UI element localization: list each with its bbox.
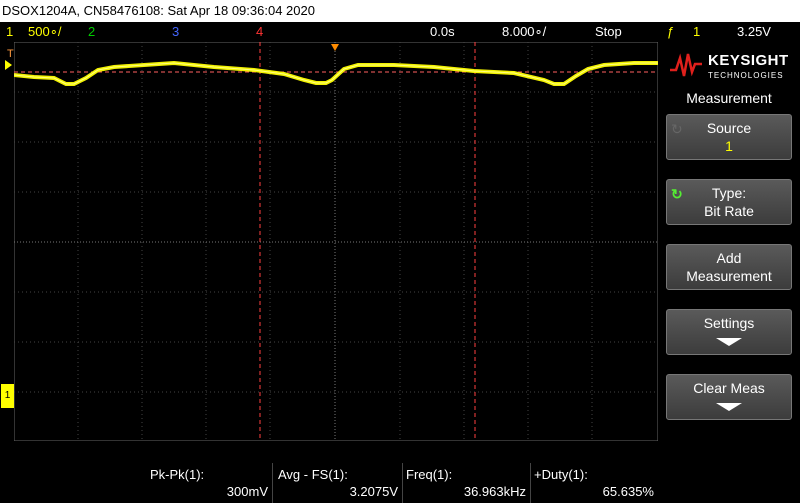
ch2-number[interactable]: 2 — [88, 22, 95, 41]
timebase[interactable]: 8.000∘/ — [502, 22, 546, 41]
trigger-level-marker: T — [7, 48, 14, 60]
ch1-scale[interactable]: 500∘/ — [28, 22, 61, 41]
ch1-offset-marker — [5, 60, 12, 70]
keysight-logo: KEYSIGHT TECHNOLOGIES — [668, 50, 796, 86]
window-title: DSOX1204A, CN58476108: Sat Apr 18 09:36:… — [0, 0, 800, 22]
submenu-arrow-icon — [716, 338, 742, 346]
trigger-source[interactable]: 1 — [693, 22, 700, 41]
measurement-freq: Freq(1): 36.963kHz — [406, 467, 526, 499]
trigger-level[interactable]: 3.25V — [737, 22, 771, 41]
settings-softkey[interactable]: Settings — [666, 309, 792, 355]
measurement-duty: +Duty(1): 65.635% — [534, 467, 654, 499]
type-value: Bit Rate — [704, 203, 754, 219]
time-offset[interactable]: 0.0s — [430, 22, 455, 41]
ch1-number[interactable]: 1 — [6, 22, 13, 41]
submenu-arrow-icon — [716, 403, 742, 411]
clear-meas-softkey[interactable]: Clear Meas — [666, 374, 792, 420]
measurement-avg: Avg - FS(1): 3.2075V — [278, 467, 398, 499]
menu-title: Measurement — [686, 90, 772, 106]
add-measurement-softkey[interactable]: Add Measurement — [666, 244, 792, 290]
source-softkey[interactable]: ↻ Source 1 — [666, 114, 792, 160]
ch1-ground-marker[interactable]: 1 — [1, 384, 14, 408]
source-value: 1 — [725, 138, 733, 154]
status-bar: 1 500∘/ 2 3 4 0.0s 8.000∘/ Stop ƒ 1 3.25… — [0, 22, 800, 41]
ch4-number[interactable]: 4 — [256, 22, 263, 41]
ch3-number[interactable]: 3 — [172, 22, 179, 41]
type-softkey[interactable]: ↻ Type: Bit Rate — [666, 179, 792, 225]
divider — [272, 463, 273, 503]
measurement-bar: Pk-Pk(1): 300mV Avg - FS(1): 3.2075V Fre… — [0, 463, 658, 503]
run-state[interactable]: Stop — [595, 22, 622, 41]
graticule — [14, 42, 658, 441]
waveform-display[interactable] — [14, 42, 658, 441]
trigger-icon: ƒ — [667, 24, 675, 39]
softkey-panel: KEYSIGHT TECHNOLOGIES Measurement ↻ Sour… — [658, 42, 800, 503]
measurement-pkpk: Pk-Pk(1): 300mV — [150, 467, 268, 499]
keysight-wave-icon — [670, 53, 702, 77]
